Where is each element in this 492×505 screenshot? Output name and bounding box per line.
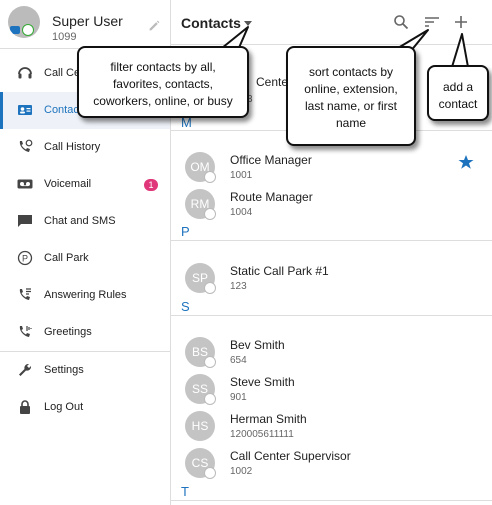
search-icon[interactable] [393,14,409,30]
voicemail-count-badge: 1 [144,179,158,191]
divider [170,500,492,501]
contacts-header: Contacts [170,0,492,45]
nav-item-chat[interactable]: Chat and SMS [0,203,170,240]
contact-row[interactable]: SP Static Call Park #1 123 [170,258,492,295]
contact-avatar: HS [185,411,215,441]
contact-row[interactable]: RM Route Manager 1004 [170,184,492,221]
nav-label: Greetings [44,326,92,338]
phone-status-icon [22,24,34,36]
phone-icon [204,393,216,405]
filter-callout: filter contacts by all, favorites, conta… [77,46,249,118]
contact-extension: 123 [230,281,247,292]
plus-icon[interactable] [453,14,469,30]
section-letter: P [181,224,190,239]
contact-avatar: RM [185,189,216,220]
contact-name: Office Manager [230,153,312,167]
phone-icon [204,171,216,183]
answering-rules-icon [19,288,31,300]
contact-avatar: OM [185,152,216,183]
avatar [8,6,40,38]
nav-item-call-park[interactable]: P Call Park [0,240,170,277]
nav-item-call-history[interactable]: Call History [0,129,170,166]
wrench-icon [19,363,32,376]
section-letter: S [181,299,190,314]
voicemail-icon [17,179,33,189]
pencil-icon[interactable] [148,19,161,32]
nav-label: Call History [44,141,101,153]
contact-name: Static Call Park #1 [230,264,329,278]
contact-name: Call Center Supervisor [230,449,351,463]
headset-icon [18,67,32,79]
svg-text:P: P [22,254,28,264]
contact-extension: 1001 [230,170,253,181]
phone-icon [204,467,216,479]
nav-label: Contac [44,104,79,116]
contact-name: Route Manager [230,190,313,204]
contact-avatar: BS [185,337,216,368]
star-icon[interactable] [458,154,474,170]
chat-icon [18,215,32,227]
divider [170,315,492,316]
contact-name-partial: Cente [256,75,289,89]
sort-callout: sort contacts by online, extension, last… [286,46,416,146]
phone-icon [204,282,216,294]
nav-label: Log Out [44,401,84,413]
nav-item-greetings[interactable]: Greetings [0,314,170,351]
lock-icon [20,400,30,414]
nav-label: Chat and SMS [44,215,116,227]
nav-label: Voicemail [44,178,92,190]
divider [170,240,492,241]
nav-item-answering-rules[interactable]: Answering Rules [0,277,170,314]
call-history-icon [19,139,33,152]
nav-label: Settings [44,364,84,376]
contact-name: Steve Smith [230,375,295,389]
contact-row[interactable]: SS Steve Smith 901 [170,369,492,406]
contacts-card-icon [18,105,32,115]
contact-avatar: CS [185,448,216,479]
user-profile[interactable]: Super User 1099 [0,0,170,48]
nav-label: Call Park [44,252,89,264]
nav-label: Answering Rules [44,289,127,301]
contact-avatar: SS [185,374,216,405]
sort-icon[interactable] [424,14,440,30]
nav-label: Call Ce [44,67,81,79]
contact-name: Herman Smith [230,412,307,426]
section-letter: T [181,484,189,499]
user-extension: 1099 [52,31,77,43]
phone-icon [204,208,216,220]
contact-row[interactable]: BS Bev Smith 654 [170,332,492,369]
page-title[interactable]: Contacts [181,15,241,31]
contact-row[interactable]: OM Office Manager 1001 [170,147,492,184]
greetings-icon [19,326,32,337]
contact-row[interactable]: HS Herman Smith 120005611111 [170,406,492,443]
contact-extension: 654 [230,355,247,366]
contact-extension: 901 [230,392,247,403]
nav-item-voicemail[interactable]: Voicemail 1 [0,166,170,203]
chat-status-icon [10,26,20,34]
contact-name: Bev Smith [230,338,285,352]
nav-item-settings[interactable]: Settings [0,352,170,389]
contact-extension: 1004 [230,207,253,218]
contact-extension: 1002 [230,466,253,477]
add-contact-callout: add a contact [427,65,489,121]
contact-row[interactable]: CS Call Center Supervisor 1002 [170,443,492,480]
contact-avatar: SP [185,263,216,294]
nav-item-log-out[interactable]: Log Out [0,389,170,426]
filter-dropdown-icon[interactable] [244,21,252,26]
parking-icon: P [17,250,33,266]
user-name: Super User [52,13,123,29]
phone-icon [204,356,216,368]
contact-extension: 120005611111 [230,429,294,440]
